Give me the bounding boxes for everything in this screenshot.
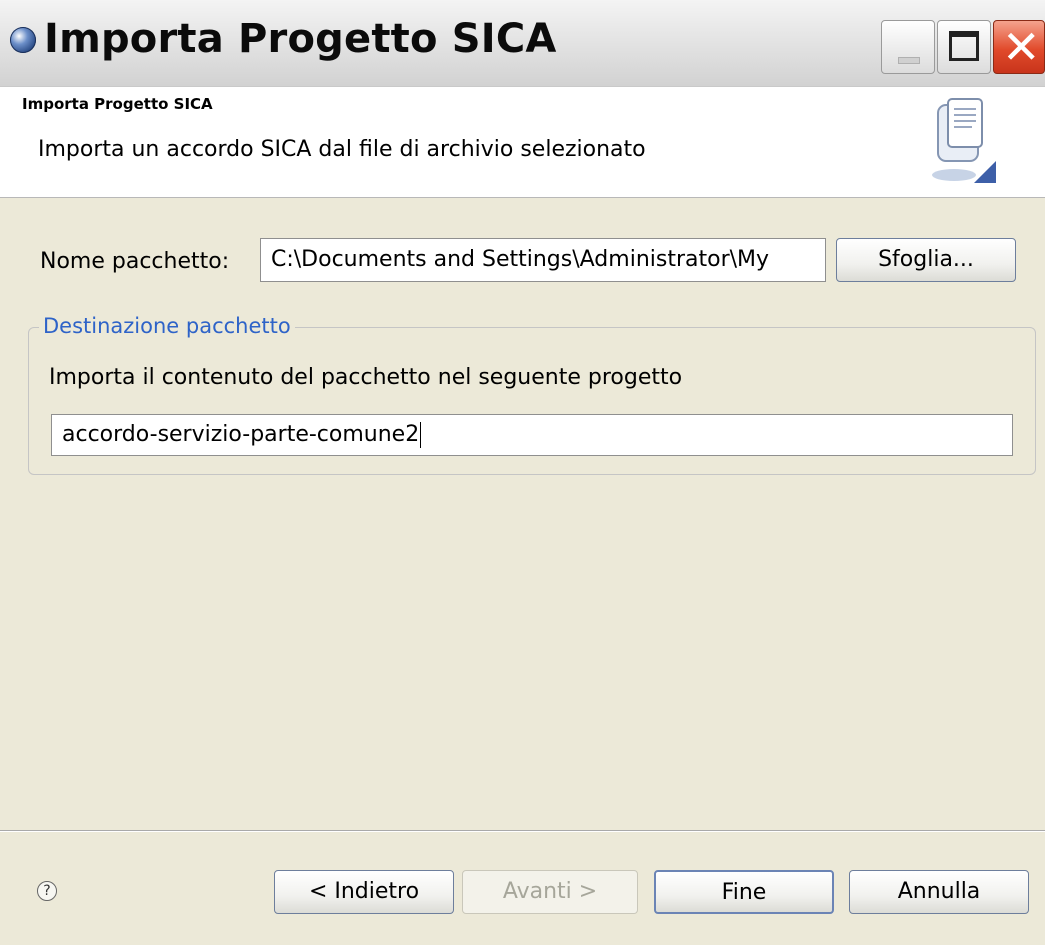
maximize-button[interactable] [937, 20, 991, 74]
wizard-header: Importa Progetto SICA Importa un accordo… [0, 87, 1045, 198]
finish-button[interactable]: Fine [654, 870, 834, 914]
next-button[interactable]: Avanti > [462, 870, 638, 914]
title-bar[interactable]: Importa Progetto SICA ✕ [0, 0, 1045, 87]
text-caret [420, 422, 422, 448]
wizard-content: Nome pacchetto: C:\Documents and Setting… [0, 198, 1045, 830]
globe-icon [10, 27, 36, 53]
destination-group-legend: Destinazione pacchetto [39, 314, 295, 338]
maximize-icon [949, 31, 979, 61]
close-icon: ✕ [1002, 20, 1041, 74]
minimize-icon [898, 57, 920, 64]
help-icon[interactable]: ? [37, 881, 57, 901]
window-title: Importa Progetto SICA [44, 16, 557, 62]
destination-group: Destinazione pacchetto Importa il conten… [28, 314, 1036, 475]
cancel-button[interactable]: Annulla [849, 870, 1029, 914]
project-name-value: accordo-servizio-parte-comune2 [62, 422, 420, 447]
import-sica-dialog: Importa Progetto SICA ✕ Importa Progetto… [0, 0, 1045, 945]
wizard-page-title: Importa Progetto SICA [22, 95, 213, 113]
destination-description: Importa il contenuto del pacchetto nel s… [49, 365, 683, 390]
import-wizard-icon [932, 98, 996, 183]
project-name-input[interactable]: accordo-servizio-parte-comune2 [51, 414, 1013, 456]
back-button[interactable]: < Indietro [274, 870, 454, 914]
close-button[interactable]: ✕ [993, 20, 1045, 74]
footer-divider-highlight [0, 831, 1045, 832]
package-name-input[interactable]: C:\Documents and Settings\Administrator\… [260, 238, 826, 282]
package-name-label: Nome pacchetto: [40, 249, 230, 274]
browse-button[interactable]: Sfoglia... [836, 238, 1016, 282]
minimize-button[interactable] [881, 20, 935, 74]
wizard-page-description: Importa un accordo SICA dal file di arch… [38, 137, 646, 162]
